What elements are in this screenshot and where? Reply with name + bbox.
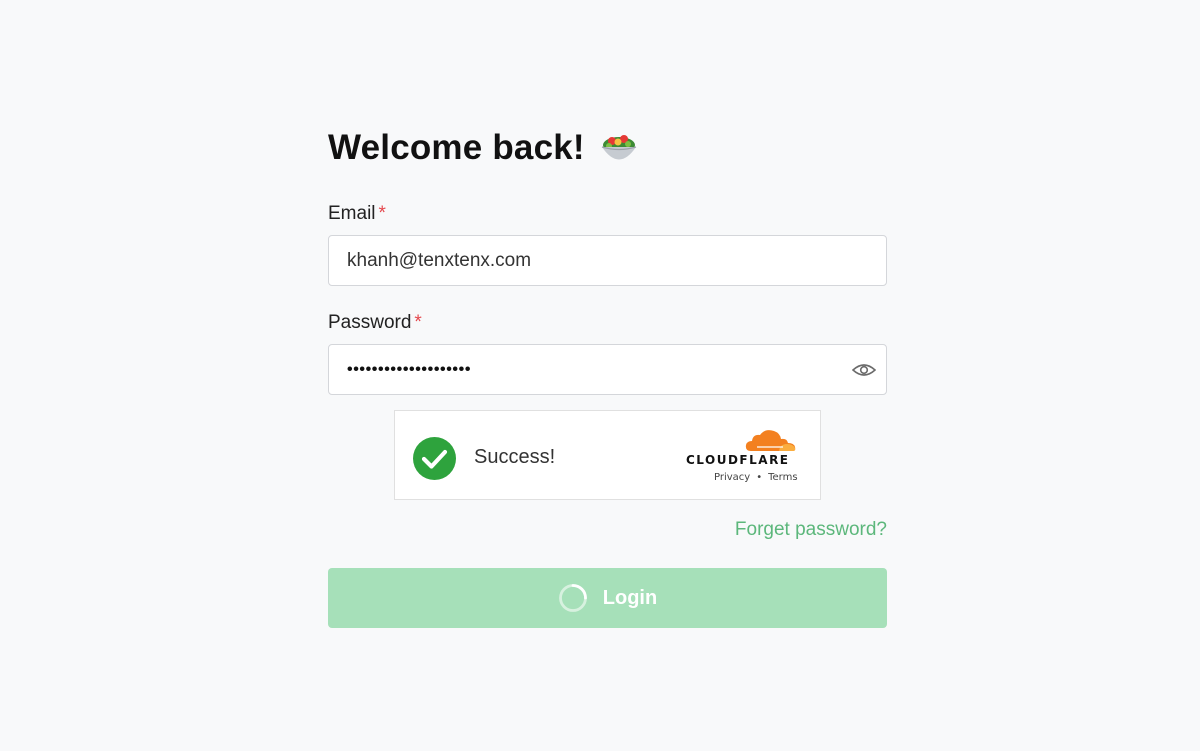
salad-bowl-icon xyxy=(601,135,636,160)
captcha-links: Privacy • Terms xyxy=(714,472,798,483)
login-button-label: Login xyxy=(602,586,658,609)
password-field[interactable]: •••••••••••••••••••• xyxy=(328,344,887,395)
link-separator: • xyxy=(756,472,763,483)
login-button[interactable]: Login xyxy=(328,568,887,628)
forget-password-row: Forget password? xyxy=(328,519,887,543)
check-circle-icon xyxy=(413,437,456,480)
password-label-text: Password xyxy=(328,312,412,333)
email-field[interactable]: khanh@tenxtenx.com xyxy=(328,235,887,286)
login-form: Welcome back! Email * khanh@tenxtenx.com … xyxy=(328,122,887,628)
cloudflare-logo-icon xyxy=(745,430,796,451)
forget-password-link[interactable]: Forget password? xyxy=(735,519,887,540)
eye-icon[interactable] xyxy=(852,359,876,381)
email-label: Email * xyxy=(328,203,887,227)
email-required-mark: * xyxy=(378,203,386,224)
cloudflare-wordmark: CLOUDFLARE xyxy=(686,453,790,467)
terms-link[interactable]: Terms xyxy=(768,472,797,483)
password-required-mark: * xyxy=(414,312,422,333)
email-label-text: Email xyxy=(328,203,376,224)
captcha-widget[interactable]: Success! CLOUDFLARE Privacy • Terms xyxy=(394,410,821,500)
header: Welcome back! xyxy=(328,122,887,174)
email-field-value: khanh@tenxtenx.com xyxy=(347,249,532,271)
captcha-status-text: Success! xyxy=(474,446,556,468)
loading-spinner-icon xyxy=(558,584,587,612)
privacy-link[interactable]: Privacy xyxy=(714,472,750,483)
password-label: Password * xyxy=(328,312,887,336)
page-title: Welcome back! xyxy=(328,128,585,167)
password-field-value: •••••••••••••••••••• xyxy=(347,360,472,378)
